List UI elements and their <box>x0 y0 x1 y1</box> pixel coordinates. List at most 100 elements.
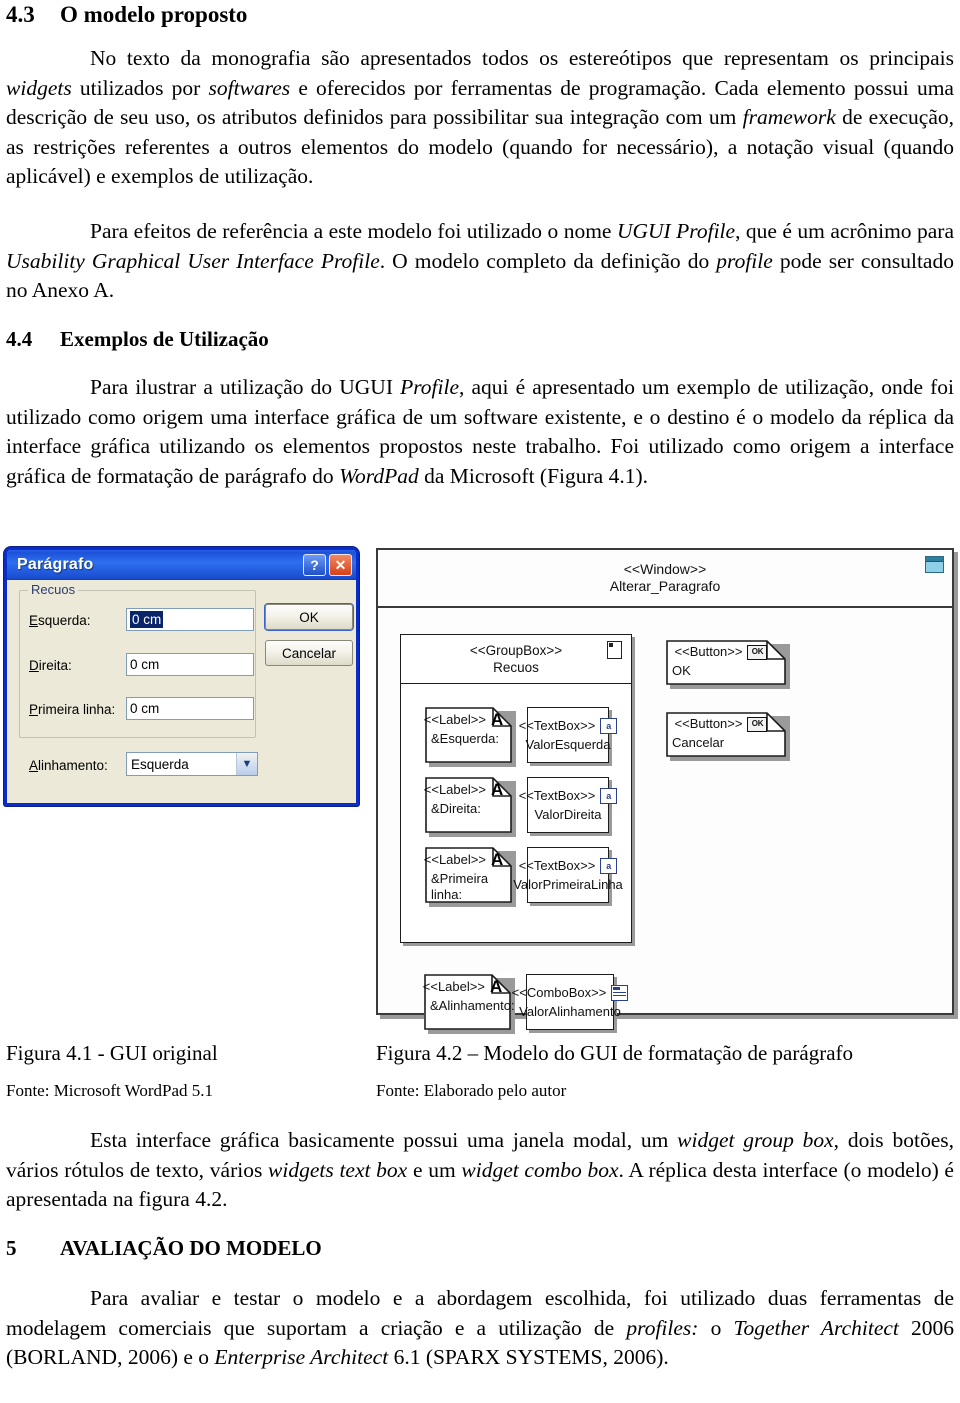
paragraph-4-4-1: Para ilustrar a utilização do UGUI Profi… <box>6 373 954 491</box>
p432-b: , que é um acrônimo para <box>735 219 955 243</box>
wordpad-paragraph-dialog: Parágrafo ? ✕ Recuos Esquerda: 0 cm Dire… <box>4 547 359 806</box>
uml-textbox-valorprimeiralinha-stereo-row: <<TextBox>> a <box>519 857 618 874</box>
primeira-linha-label: Primeira linha: <box>29 702 115 717</box>
cancel-button[interactable]: Cancelar <box>265 640 353 666</box>
esquerda-label-mnemonic: E <box>29 613 39 628</box>
pcl-i1: widget group box <box>677 1128 834 1152</box>
primeira-linha-input[interactable]: 0 cm <box>126 697 254 720</box>
heading-5-number: 5 <box>6 1236 17 1260</box>
p51-d: 6.1 (SPARX SYSTEMS, 2006). <box>388 1345 669 1370</box>
p432-a: Para efeitos de referência a este modelo… <box>90 219 617 243</box>
p432-i1: UGUI Profile <box>616 219 736 243</box>
uml-label-esquerda-name: &Esquerda: <box>431 731 499 746</box>
uml-label-esquerda: <<Label>> A &Esquerda: <box>423 707 516 767</box>
uml-label-primeira-linha-name: &Primeira linha: <box>431 871 489 902</box>
direita-label-rest: ireita: <box>38 658 72 673</box>
p431-i1: widgets <box>6 75 72 100</box>
alinhamento-label: Alinhamento: <box>29 758 108 773</box>
p431-i2: softwares <box>208 75 291 100</box>
uml-label-direita-name: &Direita: <box>431 801 481 816</box>
paragraph-5-1: Para avaliar e testar o modelo e a abord… <box>6 1284 954 1373</box>
heading-4-3-title: O modelo proposto <box>60 2 248 27</box>
alinhamento-combobox-value: Esquerda <box>131 756 189 772</box>
uml-textbox-valorprimeiralinha-name: ValorPrimeiraLinha <box>513 876 623 892</box>
esquerda-label: Esquerda: <box>29 613 91 628</box>
heading-5-title: AVALIAÇÃO DO MODELO <box>60 1236 322 1260</box>
p431-i3: framework <box>742 105 836 130</box>
label-A-icon: A <box>490 850 504 869</box>
uml-textbox-valordireita-name: ValorDireita <box>534 806 602 822</box>
p431-a: No texto da monografia são apresentados … <box>90 46 954 70</box>
title-bar-buttons: ? ✕ <box>303 554 352 576</box>
close-icon[interactable]: ✕ <box>329 554 352 576</box>
node-text: <<Button>> OK OK <box>666 640 786 685</box>
p441-i1: Profile <box>400 375 460 399</box>
ok-button[interactable]: OK <box>265 604 353 630</box>
figure-4-1-caption: Figura 4.1 - GUI original <box>6 1041 218 1065</box>
uml-combobox-valoralinhamento-name: ValorAlinhamento <box>519 1003 621 1019</box>
uml-button-cancelar-stereo-row: <<Button>> OK <box>672 716 780 732</box>
uml-label-esquerda-stereotype: <<Label>> <box>423 711 486 727</box>
help-icon[interactable]: ? <box>303 554 326 576</box>
alinhamento-label-mnemonic: A <box>29 758 39 773</box>
uml-textbox-valoresquerda-name: ValorEsquerda <box>525 736 611 752</box>
pcl-i2: widgets text box <box>268 1157 408 1182</box>
uml-window-diagram: <<Window>> Alterar_Paragrafo <<GroupBox>… <box>376 548 954 1034</box>
label-A-icon: A <box>490 780 504 799</box>
uml-label-alinhamento-stereotype: <<Label>> <box>422 978 485 994</box>
uml-button-ok-stereo-row: <<Button>> OK <box>672 644 780 660</box>
uml-button-cancelar-name: Cancelar <box>672 735 725 750</box>
uml-label-direita-stereotype: <<Label>> <box>423 781 486 797</box>
pcl-a: Esta interface gráfica basicamente possu… <box>90 1128 678 1152</box>
uml-window-name: Alterar_Paragrafo <box>609 578 721 594</box>
heading-4-4-title: Exemplos de Utilização <box>60 327 269 351</box>
dialog-title-bar: Parágrafo ? ✕ <box>7 550 356 580</box>
heading-5: 5 AVALIAÇÃO DO MODELO <box>6 1236 322 1260</box>
heading-4-3: 4.3 O modelo proposto <box>6 2 247 28</box>
alinhamento-combobox[interactable]: Esquerda ▼ <box>126 752 258 776</box>
dialog-body: Recuos Esquerda: 0 cm Direita: 0 cm Prim… <box>7 580 356 803</box>
p431-b: utilizados por <box>71 75 209 100</box>
p51-i3: Enterprise Architect <box>214 1345 389 1370</box>
esquerda-input[interactable]: 0 cm <box>126 608 254 631</box>
ok-button-icon: OK <box>747 716 768 732</box>
node-text: <<Button>> OK Cancelar <box>666 712 786 757</box>
direita-input[interactable]: 0 cm <box>126 653 254 676</box>
textbox-icon: a <box>600 857 618 874</box>
uml-textbox-valordireita-stereo-row: <<TextBox>> a <box>519 787 618 804</box>
figure-4-2-caption: Figura 4.2 – Modelo do GUI de formatação… <box>376 1041 854 1065</box>
uml-groupbox-header: <<GroupBox>> Recuos <box>401 635 631 684</box>
uml-textbox-valorprimeiralinha: <<TextBox>> a ValorPrimeiraLinha <box>513 847 623 903</box>
heading-4-4: 4.4 Exemplos de Utilização <box>6 327 269 351</box>
esquerda-label-rest: squerda: <box>38 613 91 628</box>
label-A-icon: A <box>490 710 504 729</box>
uml-window-stereotype: <<Window>> <box>623 561 707 577</box>
uml-label-primeira-linha: <<Label>> A &Primeira linha: <box>424 847 516 907</box>
heading-4-3-number: 4.3 <box>6 2 35 27</box>
dialog-title: Parágrafo <box>17 556 94 573</box>
direita-label: Direita: <box>29 658 72 673</box>
textbox-icon: a <box>600 787 618 804</box>
direita-input-value: 0 cm <box>130 657 160 672</box>
figure-4-1-source: Fonte: Microsoft WordPad 5.1 <box>6 1081 214 1100</box>
uml-button-cancelar: <<Button>> OK Cancelar <box>666 712 790 761</box>
recuos-group-label: Recuos <box>28 582 79 597</box>
uml-label-alinhamento: <<Label>> A &Alinhamento: <box>422 974 515 1034</box>
primeira-linha-label-rest: rimeira linha: <box>38 702 116 717</box>
uml-groupbox-stereotype: <<GroupBox>> <box>469 643 563 658</box>
pcl-c: e um <box>407 1157 462 1182</box>
node-text: <<Label>> A &Esquerda: <box>423 707 512 763</box>
alinhamento-label-rest: linhamento: <box>38 758 108 773</box>
uml-combobox-valoralinhamento-stereo-row: <<ComboBox>> <box>512 984 629 1001</box>
uml-label-primeira-linha-stereo-row: <<Label>> A <box>424 850 506 869</box>
combobox-icon <box>611 984 629 1001</box>
uml-textbox-valoresquerda: <<TextBox>> a ValorEsquerda <box>519 707 618 763</box>
uml-button-ok-name: OK <box>672 663 691 678</box>
uml-textbox-valoresquerda-stereo-row: <<TextBox>> a <box>519 717 618 734</box>
chevron-down-icon[interactable]: ▼ <box>236 753 257 775</box>
window-icon <box>925 556 944 573</box>
direita-label-mnemonic: D <box>29 658 39 673</box>
paragraph-closing: Esta interface gráfica basicamente possu… <box>6 1126 954 1215</box>
ok-button-icon: OK <box>747 644 768 660</box>
p432-c: . O modelo completo da definição do <box>379 248 717 273</box>
